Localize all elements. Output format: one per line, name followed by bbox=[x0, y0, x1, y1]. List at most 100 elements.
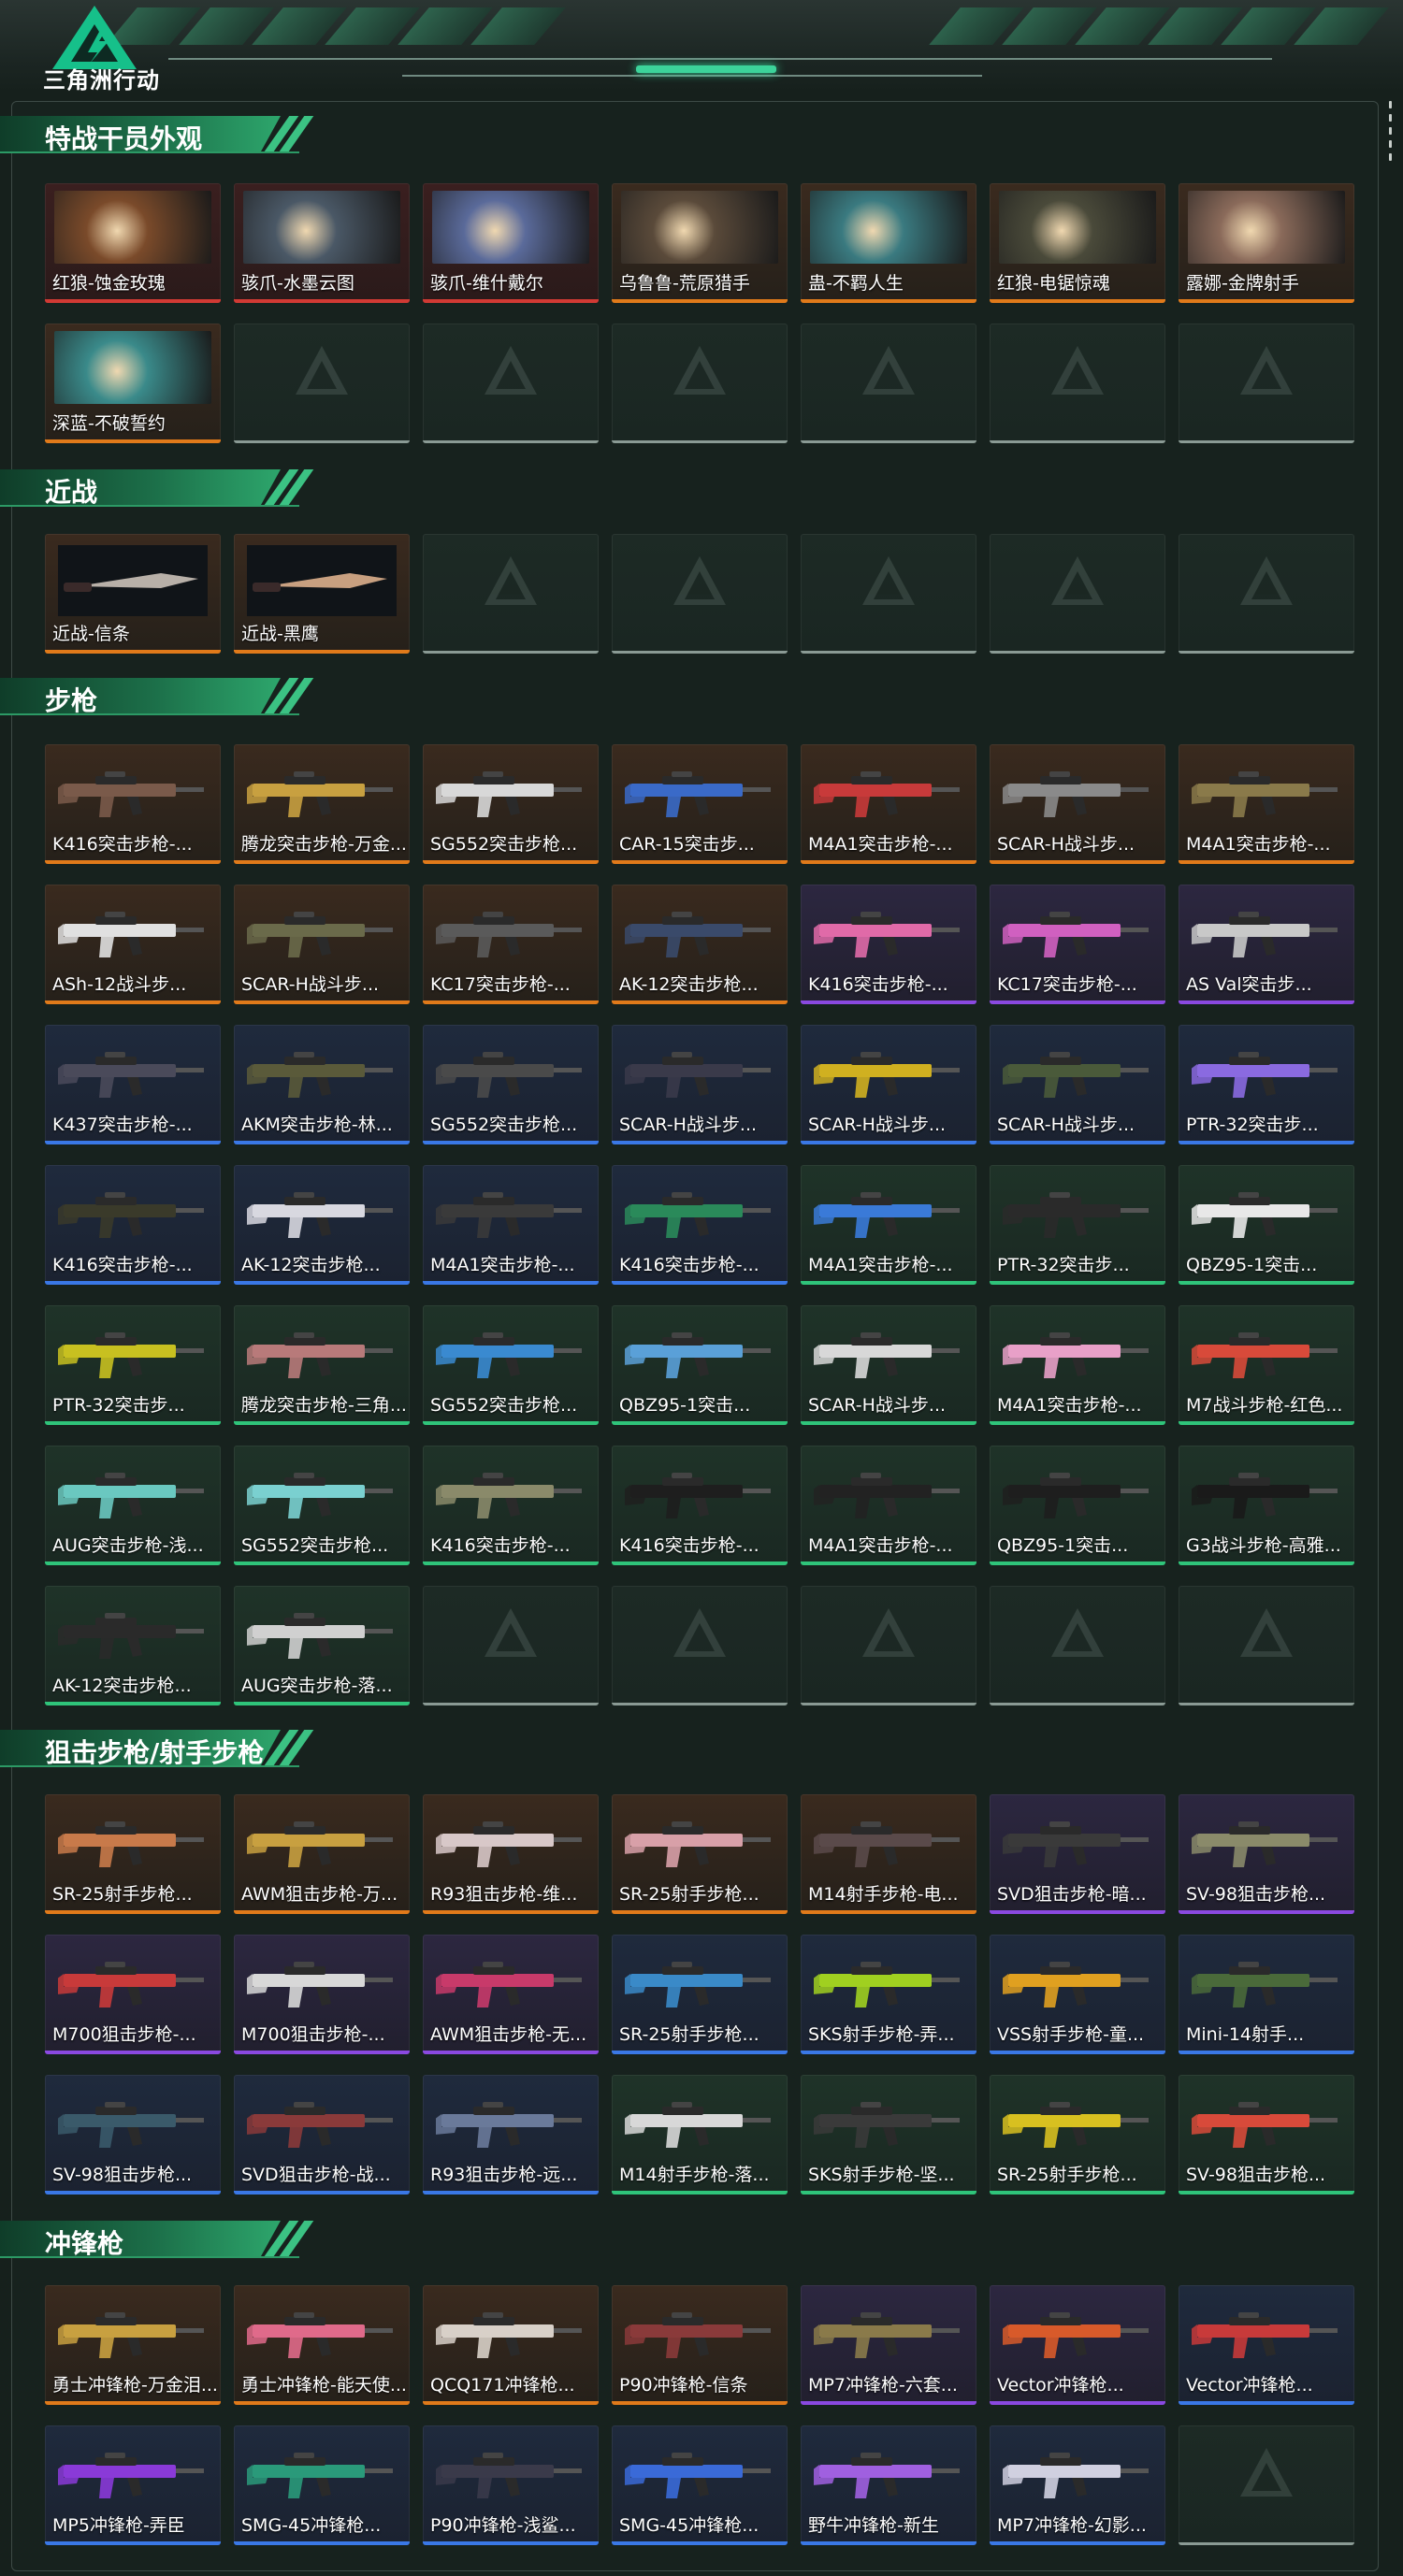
skin-card[interactable]: MP7冲锋枪-幻影... bbox=[990, 2425, 1165, 2545]
skin-card[interactable]: ASh-12战斗步... bbox=[45, 885, 221, 1004]
skin-card[interactable]: AWM狙击步枪-无... bbox=[423, 1935, 599, 2054]
skin-card[interactable]: Vector冲锋枪... bbox=[1179, 2285, 1354, 2405]
skin-card[interactable]: 勇士冲锋枪-万金泪... bbox=[45, 2285, 221, 2405]
weapon-image bbox=[58, 771, 204, 817]
skin-card[interactable]: PTR-32突击步... bbox=[45, 1305, 221, 1425]
skin-card[interactable]: M700狙击步枪-... bbox=[45, 1935, 221, 2054]
skin-card[interactable]: SV-98狙击步枪... bbox=[1179, 1794, 1354, 1914]
skin-card[interactable]: QBZ95-1突击... bbox=[1179, 1165, 1354, 1285]
skin-card[interactable]: 骇爪-水墨云图 bbox=[234, 183, 410, 303]
rarity-bar bbox=[45, 1702, 221, 1705]
skin-card[interactable]: AUG突击步枪-浅... bbox=[45, 1446, 221, 1565]
skin-card[interactable]: 蛊-不羁人生 bbox=[801, 183, 976, 303]
skin-card[interactable]: AK-12突击步枪... bbox=[45, 1586, 221, 1705]
skin-card[interactable]: 深蓝-不破誓约 bbox=[45, 324, 221, 443]
skin-card[interactable]: M4A1突击步枪-... bbox=[801, 1446, 976, 1565]
skin-card[interactable]: QBZ95-1突击... bbox=[612, 1305, 788, 1425]
skin-card[interactable]: SV-98狙击步枪... bbox=[1179, 2075, 1354, 2195]
skin-card[interactable]: SR-25射手步枪... bbox=[612, 1794, 788, 1914]
skin-card[interactable]: SCAR-H战斗步... bbox=[990, 744, 1165, 864]
scrollbar[interactable] bbox=[1386, 101, 1394, 166]
skin-card[interactable]: 红狼-电锯惊魂 bbox=[990, 183, 1165, 303]
skin-card[interactable]: SMG-45冲锋枪... bbox=[612, 2425, 788, 2545]
skin-card[interactable]: G3战斗步枪-高雅... bbox=[1179, 1446, 1354, 1565]
skin-card[interactable]: M14射手步枪-电... bbox=[801, 1794, 976, 1914]
skin-card[interactable]: K416突击步枪-... bbox=[423, 1446, 599, 1565]
skin-card[interactable]: SCAR-H战斗步... bbox=[990, 1025, 1165, 1144]
skin-card[interactable]: CAR-15突击步... bbox=[612, 744, 788, 864]
skin-card[interactable]: K416突击步枪-... bbox=[801, 885, 976, 1004]
skin-card-label: SR-25射手步枪... bbox=[997, 2165, 1137, 2185]
skin-card[interactable]: SV-98狙击步枪... bbox=[45, 2075, 221, 2195]
skin-card[interactable]: SG552突击步枪... bbox=[234, 1446, 410, 1565]
skin-card[interactable]: M7战斗步枪-红色... bbox=[1179, 1305, 1354, 1425]
skin-card[interactable]: R93狙击步枪-远... bbox=[423, 2075, 599, 2195]
skin-card[interactable]: 露娜-金牌射手 bbox=[1179, 183, 1354, 303]
skin-card[interactable]: SR-25射手步枪... bbox=[45, 1794, 221, 1914]
skin-card[interactable]: R93狙击步枪-维... bbox=[423, 1794, 599, 1914]
empty-slot bbox=[612, 534, 788, 654]
skin-card[interactable]: K416突击步枪-... bbox=[612, 1446, 788, 1565]
skin-card[interactable]: SCAR-H战斗步... bbox=[234, 885, 410, 1004]
skin-card[interactable]: M4A1突击步枪-... bbox=[801, 1165, 976, 1285]
skin-card[interactable]: P90冲锋枪-浅鲨... bbox=[423, 2425, 599, 2545]
empty-slot bbox=[990, 324, 1165, 443]
rarity-bar bbox=[45, 2401, 221, 2405]
skin-card[interactable]: SG552突击步枪... bbox=[423, 744, 599, 864]
weapon-image bbox=[247, 2312, 393, 2358]
skin-card[interactable]: M4A1突击步枪-... bbox=[990, 1305, 1165, 1425]
skin-card-label: 腾龙突击步枪-万金... bbox=[241, 834, 406, 855]
section-title-text: 狙击步枪/射手步枪 bbox=[45, 1737, 265, 1768]
skin-card[interactable]: SCAR-H战斗步... bbox=[801, 1305, 976, 1425]
skin-card[interactable]: SKS射手步枪-弄... bbox=[801, 1935, 976, 2054]
skin-card[interactable]: QCQ171冲锋枪... bbox=[423, 2285, 599, 2405]
skin-card[interactable]: 红狼-蚀金玫瑰 bbox=[45, 183, 221, 303]
skin-card[interactable]: 近战-信条 bbox=[45, 534, 221, 654]
skin-card[interactable]: QBZ95-1突击... bbox=[990, 1446, 1165, 1565]
skin-card[interactable]: 野牛冲锋枪-新生 bbox=[801, 2425, 976, 2545]
skin-card[interactable]: M14射手步枪-落... bbox=[612, 2075, 788, 2195]
skin-card[interactable]: AUG突击步枪-落... bbox=[234, 1586, 410, 1705]
skin-card[interactable]: M4A1突击步枪-... bbox=[1179, 744, 1354, 864]
skin-card[interactable]: 乌鲁鲁-荒原猎手 bbox=[612, 183, 788, 303]
skin-card[interactable]: SR-25射手步枪... bbox=[990, 2075, 1165, 2195]
skin-card[interactable]: Mini-14射手... bbox=[1179, 1935, 1354, 2054]
skin-card[interactable]: M4A1突击步枪-... bbox=[423, 1165, 599, 1285]
skin-card[interactable]: 骇爪-维什戴尔 bbox=[423, 183, 599, 303]
skin-card-label: PTR-32突击步... bbox=[1186, 1115, 1319, 1135]
skin-card[interactable]: K416突击步枪-... bbox=[612, 1165, 788, 1285]
skin-card[interactable]: M700狙击步枪-... bbox=[234, 1935, 410, 2054]
skin-card[interactable]: 近战-黑鹰 bbox=[234, 534, 410, 654]
skin-card[interactable]: MP7冲锋枪-六套... bbox=[801, 2285, 976, 2405]
skin-card[interactable]: MP5冲锋枪-弄臣 bbox=[45, 2425, 221, 2545]
skin-card[interactable]: SVD狙击步枪-暗... bbox=[990, 1794, 1165, 1914]
skin-card[interactable]: K437突击步枪-... bbox=[45, 1025, 221, 1144]
skin-card[interactable]: 腾龙突击步枪-万金... bbox=[234, 744, 410, 864]
skin-card[interactable]: SVD狙击步枪-战... bbox=[234, 2075, 410, 2195]
skin-card[interactable]: M4A1突击步枪-... bbox=[801, 744, 976, 864]
skin-card[interactable]: VSS射手步枪-童... bbox=[990, 1935, 1165, 2054]
skin-card[interactable]: SKS射手步枪-坚... bbox=[801, 2075, 976, 2195]
skin-card[interactable]: KC17突击步枪-... bbox=[990, 885, 1165, 1004]
skin-card[interactable]: P90冲锋枪-信条 bbox=[612, 2285, 788, 2405]
skin-card[interactable]: PTR-32突击步... bbox=[1179, 1025, 1354, 1144]
skin-card[interactable]: SMG-45冲锋枪... bbox=[234, 2425, 410, 2545]
skin-card[interactable]: SR-25射手步枪... bbox=[612, 1935, 788, 2054]
skin-card[interactable]: AWM狙击步枪-万... bbox=[234, 1794, 410, 1914]
skin-card[interactable]: PTR-32突击步... bbox=[990, 1165, 1165, 1285]
weapon-image bbox=[625, 2102, 771, 2148]
skin-card[interactable]: SCAR-H战斗步... bbox=[801, 1025, 976, 1144]
skin-card[interactable]: SG552突击步枪... bbox=[423, 1305, 599, 1425]
skin-card[interactable]: K416突击步枪-... bbox=[45, 744, 221, 864]
skin-card[interactable]: 勇士冲锋枪-能天使... bbox=[234, 2285, 410, 2405]
skin-card[interactable]: Vector冲锋枪... bbox=[990, 2285, 1165, 2405]
skin-card[interactable]: 腾龙突击步枪-三角... bbox=[234, 1305, 410, 1425]
skin-card[interactable]: AK-12突击步枪... bbox=[234, 1165, 410, 1285]
skin-card[interactable]: AKM突击步枪-林... bbox=[234, 1025, 410, 1144]
skin-card[interactable]: K416突击步枪-... bbox=[45, 1165, 221, 1285]
skin-card[interactable]: KC17突击步枪-... bbox=[423, 885, 599, 1004]
skin-card[interactable]: SCAR-H战斗步... bbox=[612, 1025, 788, 1144]
skin-card[interactable]: AS Val突击步... bbox=[1179, 885, 1354, 1004]
skin-card[interactable]: SG552突击步枪... bbox=[423, 1025, 599, 1144]
skin-card[interactable]: AK-12突击步枪... bbox=[612, 885, 788, 1004]
